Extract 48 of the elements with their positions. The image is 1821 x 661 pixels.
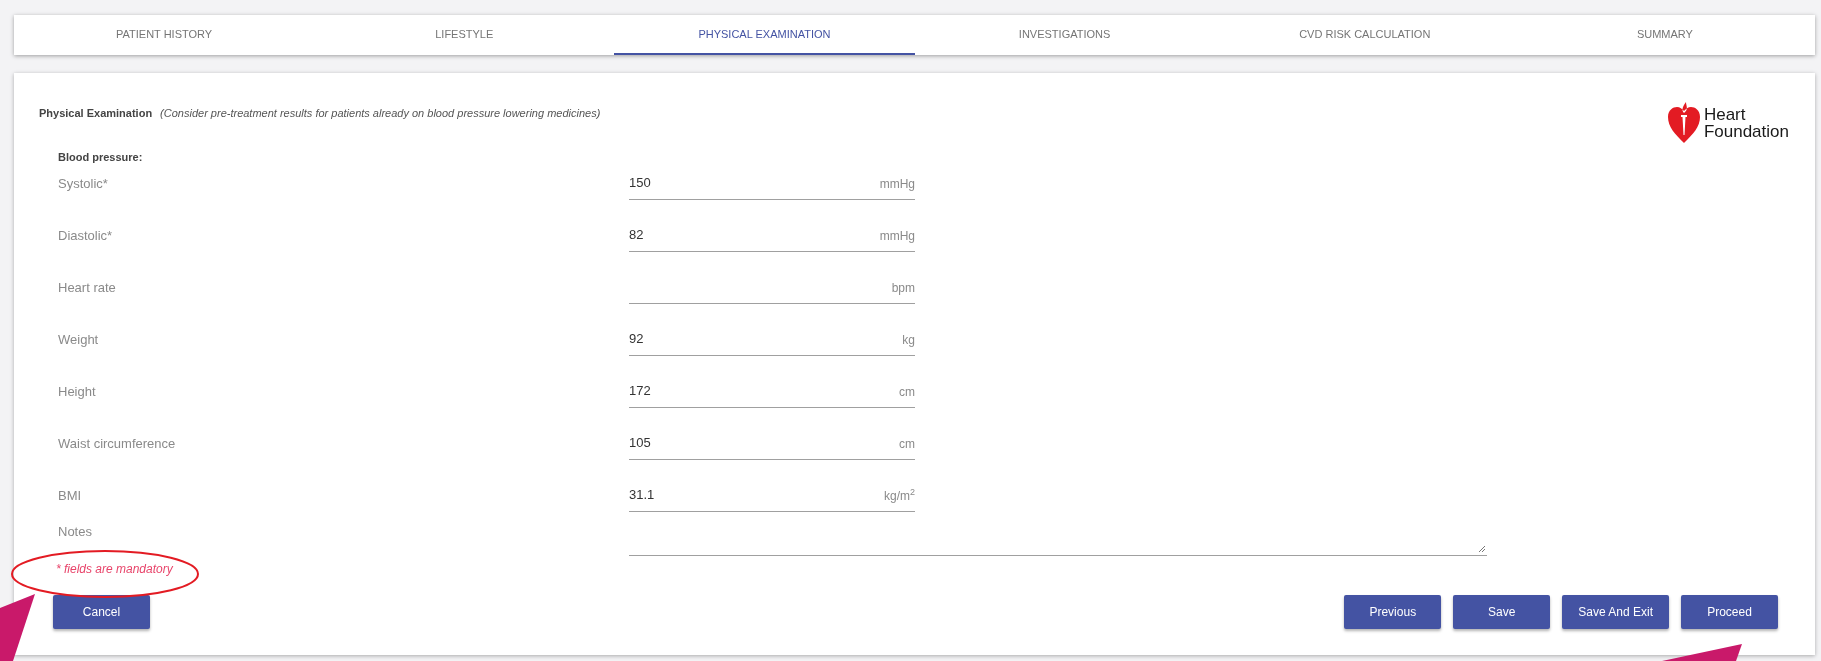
input-field[interactable]: 92 kg — [629, 327, 915, 356]
tab[interactable]: CVD RISK CALCULATION — [1214, 15, 1515, 55]
pointer-arrow — [0, 594, 36, 661]
action-button[interactable]: Previous — [1344, 594, 1442, 629]
logo-text: Foundation — [1703, 123, 1789, 140]
action-button[interactable]: Save — [1453, 594, 1551, 629]
field-label: BMI — [58, 487, 83, 505]
mandatory-note: * fields are mandatory — [56, 561, 173, 576]
field-label: Systolic* — [58, 175, 109, 193]
field-label: Notes — [58, 522, 93, 541]
unit-label: cm — [899, 383, 915, 401]
tab[interactable]: SUMMARY — [1514, 15, 1816, 55]
field-label: Waist circumference — [58, 435, 177, 453]
group-label: Blood pressure: — [58, 150, 143, 163]
unit-label: kg/m$^{2}$ — [883, 486, 915, 505]
field-value: 31.1 — [629, 486, 655, 504]
unit-label: mmHg — [879, 175, 915, 193]
field-value: 82 — [629, 226, 644, 244]
unit-label: kg — [902, 331, 915, 349]
field-label: Heart rate — [58, 279, 117, 297]
unit-label: mmHg — [879, 227, 915, 245]
tab[interactable]: PATIENT HISTORY — [14, 15, 315, 55]
field-label: Height — [58, 383, 97, 401]
input-field[interactable]: 150 mmHg — [629, 171, 915, 200]
unit-label: bpm — [891, 279, 915, 297]
action-button[interactable]: Proceed — [1681, 594, 1778, 629]
field-value: 92 — [629, 330, 644, 348]
input-field[interactable]: 31.1 kg/m$^{2}$ — [629, 483, 915, 512]
field-value: 172 — [629, 382, 651, 400]
field-value: 150 — [629, 174, 651, 192]
input-field[interactable]: bpm — [629, 275, 915, 304]
action-button[interactable]: Save And Exit — [1562, 594, 1669, 629]
unit-label: cm — [899, 435, 915, 453]
input-field[interactable]: 172 cm — [629, 379, 915, 408]
field-label: Diastolic* — [58, 227, 114, 245]
section-title: Physical Examination — [39, 106, 153, 121]
tab[interactable]: PHYSICAL EXAMINATION — [614, 15, 915, 55]
section-note: (Consider pre-treatment results for patients already on blood pressure lowering medicines) — [160, 106, 601, 121]
resize-handle-icon[interactable] — [1478, 544, 1485, 552]
input-field[interactable]: 105 cm — [629, 431, 915, 460]
field-value: 105 — [629, 434, 651, 452]
action-button[interactable]: Cancel — [53, 594, 150, 629]
heart-torch-icon — [1666, 101, 1701, 145]
logo-text: Heart — [1703, 106, 1747, 123]
tab[interactable]: INVESTIGATIONS — [914, 15, 1215, 55]
input-field[interactable]: 82 mmHg — [629, 223, 915, 252]
tab[interactable]: LIFESTYLE — [314, 15, 615, 55]
field-label: Weight — [58, 331, 100, 349]
